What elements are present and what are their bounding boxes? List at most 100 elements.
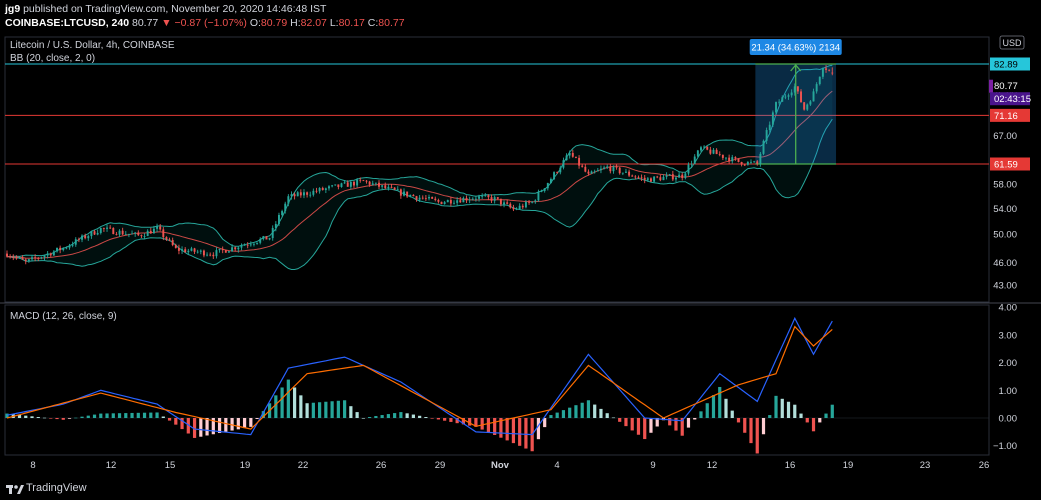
macd-histogram-bar xyxy=(649,418,653,433)
price-chart[interactable]: 21.34 (34.63%) 213443.0046.0050.0054.005… xyxy=(0,32,1041,478)
last-price: 80.77 xyxy=(132,17,159,29)
candle-body xyxy=(149,230,152,234)
candle-body xyxy=(687,164,690,174)
candle-body xyxy=(606,166,609,168)
candle-body xyxy=(396,189,399,191)
macd-histogram-bar xyxy=(249,418,253,427)
macd-tick-label: 0.00 xyxy=(999,414,1018,425)
macd-histogram-bar xyxy=(511,418,516,444)
time-tick-label: 29 xyxy=(435,460,446,471)
candle-body xyxy=(299,192,302,196)
macd-histogram-bar xyxy=(605,413,609,418)
candle-body xyxy=(56,247,58,252)
price-tick-label: 46.00 xyxy=(993,258,1017,269)
candle-body xyxy=(43,255,46,258)
candle-body xyxy=(384,185,387,189)
candle-body xyxy=(90,231,93,237)
candle-body xyxy=(771,112,774,125)
candle-body xyxy=(318,188,321,192)
candle-body xyxy=(87,236,90,239)
price-tick-label: 54.00 xyxy=(993,204,1017,215)
candle-body xyxy=(281,211,284,215)
macd-histogram-bar xyxy=(136,412,140,418)
candle-body xyxy=(177,247,180,251)
candle-body xyxy=(831,72,834,74)
candle-body xyxy=(174,245,177,248)
macd-histogram-bar xyxy=(205,418,209,436)
candle-body xyxy=(734,157,737,159)
time-tick-label: 9 xyxy=(650,460,655,471)
macd-histogram-bar xyxy=(555,412,559,418)
macd-histogram-bar xyxy=(130,412,134,418)
macd-histogram-bar xyxy=(818,418,822,423)
candle-body xyxy=(781,97,784,102)
candle-body xyxy=(768,124,771,131)
candle-body xyxy=(284,203,287,212)
macd-histogram-bar xyxy=(486,418,491,433)
candle-body xyxy=(359,179,362,181)
candle-body xyxy=(18,257,21,259)
high-value: 82.07 xyxy=(300,17,327,29)
candle-body xyxy=(696,150,699,157)
candle-body xyxy=(434,198,437,200)
price-tick-label: 58.00 xyxy=(993,180,1017,191)
candle-body xyxy=(209,254,212,256)
candle-body xyxy=(449,200,452,204)
time-tick-label: 4 xyxy=(554,460,559,471)
macd-histogram-bar xyxy=(299,395,303,418)
candle-body xyxy=(234,247,237,250)
macd-histogram-bar xyxy=(105,413,109,418)
measure-label: 21.34 (34.63%) 2134 xyxy=(751,43,840,54)
chart-background xyxy=(0,32,1041,478)
candle-body xyxy=(593,171,596,173)
candle-body xyxy=(118,230,121,235)
candle-body xyxy=(356,179,359,186)
candle-body xyxy=(49,253,52,256)
candle-body xyxy=(656,176,659,178)
macd-histogram-bar xyxy=(424,417,428,418)
macd-histogram-bar xyxy=(549,415,553,418)
candle-body xyxy=(31,257,33,260)
candle-body xyxy=(412,194,415,197)
time-tick-label: 26 xyxy=(376,460,387,471)
candle-body xyxy=(162,229,165,238)
candle-body xyxy=(428,197,430,199)
tradingview-logo-icon[interactable] xyxy=(6,482,24,496)
candle-body xyxy=(206,254,209,256)
candle-body xyxy=(390,186,393,188)
time-tick-label: 8 xyxy=(30,460,35,471)
macd-histogram-bar xyxy=(99,413,103,418)
time-tick-label: 15 xyxy=(165,460,176,471)
candle-body xyxy=(603,167,606,169)
candle-body xyxy=(718,154,721,155)
candle-body xyxy=(537,191,540,201)
candle-body xyxy=(409,194,412,197)
publish-line: jg9 published on TradingView.com, Novemb… xyxy=(5,3,326,15)
candle xyxy=(340,182,343,188)
candle-body xyxy=(312,190,315,195)
ohlc-line: COINBASE:LTCUSD, 240 80.77 ▼ −0.87 (−1.0… xyxy=(5,17,405,29)
candle-body xyxy=(571,152,574,157)
candle-body xyxy=(543,188,546,192)
candle-body xyxy=(787,95,790,97)
candle-body xyxy=(578,157,581,166)
candle-body xyxy=(553,172,556,180)
candle-body xyxy=(106,227,109,229)
candle-body xyxy=(246,244,249,246)
macd-histogram-bar xyxy=(161,416,165,418)
tradingview-brand[interactable]: TradingView xyxy=(26,482,87,494)
macd-histogram-bar xyxy=(630,418,634,431)
macd-histogram-bar xyxy=(568,407,572,418)
macd-histogram-bar xyxy=(399,412,403,418)
macd-histogram-bar xyxy=(768,415,772,418)
countdown-badge: 02:43:15 xyxy=(994,94,1031,105)
publisher-name[interactable]: jg9 xyxy=(5,3,20,15)
candle-body xyxy=(437,199,440,202)
candle-body xyxy=(331,185,334,187)
open-value: 80.79 xyxy=(260,17,288,29)
candle-body xyxy=(715,149,718,155)
macd-histogram-bar xyxy=(443,418,447,421)
macd-histogram-bar xyxy=(755,418,759,454)
candle-body xyxy=(800,91,802,103)
macd-histogram-bar xyxy=(786,401,791,418)
